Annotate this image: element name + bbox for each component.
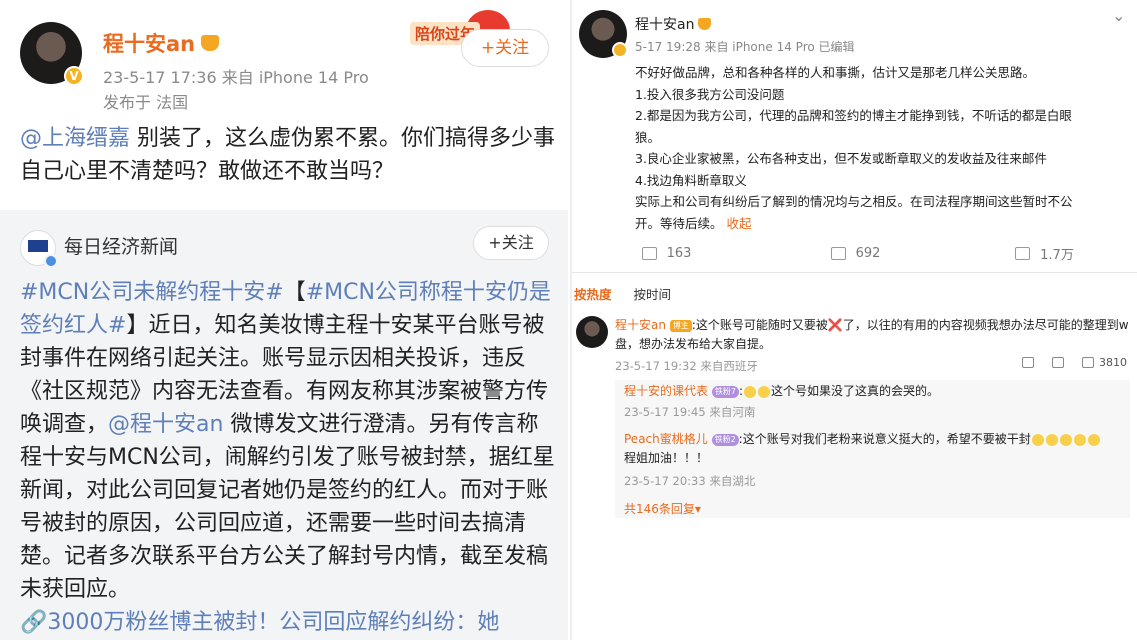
crying-emoji-icon — [1073, 433, 1086, 446]
left-weibo-post: V 程十安an 23-5-17 17:36 来自 iPhone 14 Pro 发… — [0, 0, 568, 640]
thumbs-up-icon — [1015, 246, 1031, 260]
crying-emoji-icon — [1031, 433, 1044, 446]
body-line-text: 实际上和公司有纠纷后了解到的情况均与之相反。在司法程序期间这些暂时不公开。等待后… — [635, 194, 1073, 231]
crown-icon — [698, 18, 712, 30]
fan-badge: 铁粉7 — [711, 385, 739, 398]
reply-text: 这个号如果没了这真的会哭的。 — [770, 384, 939, 398]
comment-like-count: 3810 — [1099, 356, 1127, 369]
post-content: @上海缙嘉 别装了，这么虚伪累不累。你们搞得多少事自己心里不清楚吗？敢做还不敢当… — [20, 122, 555, 188]
body-line: 实际上和公司有纠纷后了解到的情况均与之相反。在司法程序期间这些暂时不公开。等待后… — [635, 191, 1095, 234]
body-line: 3.良心企业家被黑，公布各种支出，但不发或断章取义的发收益及往来邮件 — [635, 151, 1047, 166]
blue-verified-icon — [44, 254, 58, 268]
crying-emoji-icon — [743, 385, 756, 398]
post-time-source: 23-5-17 17:36 来自 iPhone 14 Pro — [103, 68, 369, 87]
thumbs-up-icon — [1082, 357, 1094, 368]
repost-source-name[interactable]: 每日经济新闻 — [64, 232, 178, 259]
crying-emoji-icon — [1087, 433, 1100, 446]
news-logo-icon[interactable] — [20, 230, 58, 268]
comment-actions: 3810 — [1022, 356, 1127, 369]
author-name-text[interactable]: 程十安an — [103, 28, 195, 58]
verified-badge-icon — [612, 42, 628, 58]
reply-text: : — [738, 384, 743, 398]
post-header: V 程十安an 23-5-17 17:36 来自 iPhone 14 Pro 发… — [0, 0, 568, 118]
repost-bracket: 【 — [283, 280, 306, 305]
comment-sort-tabs: 按热度 按时间 — [574, 284, 671, 303]
author-name[interactable]: 程十安an — [635, 14, 712, 34]
reply-item: Peach蜜桃格儿 铁粉2:这个账号对我们老粉来说意义挺大的，希望不要被干封程姐… — [624, 430, 1124, 468]
comment-meta: 23-5-17 19:32 来自西班牙 — [615, 359, 758, 373]
comment-icon — [830, 246, 846, 260]
hashtag-link[interactable]: #MCN公司未解约程十安# — [20, 280, 284, 305]
follow-button[interactable]: +关注 — [461, 29, 549, 67]
repost-follow-button[interactable]: +关注 — [473, 226, 549, 260]
chevron-down-icon[interactable]: ⌄ — [1112, 6, 1125, 25]
share-icon[interactable] — [1022, 357, 1034, 368]
commenter-name[interactable]: 程十安an — [615, 318, 666, 332]
body-line: 不好好做品牌，总和各种各样的人和事撕，估计又是那老几样公关思路。 — [635, 65, 1036, 80]
reply-author[interactable]: 程十安的课代表 — [624, 384, 708, 398]
reply-text: 程姐加油！！！ — [624, 451, 709, 465]
like-button[interactable]: 3810 — [1082, 356, 1127, 369]
reply-meta: 23-5-17 20:33 来自湖北 — [624, 474, 756, 488]
repost-button[interactable]: 163 — [572, 240, 761, 266]
comment-text-a: :这个账号可能随时又要被 — [691, 318, 828, 332]
tab-time[interactable]: 按时间 — [634, 284, 672, 303]
author-name[interactable]: 程十安an — [103, 28, 220, 58]
mention-link[interactable]: @上海缙嘉 — [20, 126, 130, 151]
reply-icon[interactable] — [1052, 357, 1064, 368]
mention-link[interactable]: @程十安an — [108, 412, 223, 437]
repost-text: 微博发文进行澄清。另有传言称程十安与MCN公司，闹解约引发了账号被封禁，据红星新… — [20, 412, 555, 602]
tab-hot[interactable]: 按热度 — [574, 284, 612, 303]
author-name-text[interactable]: 程十安an — [635, 14, 694, 34]
crying-emoji-icon — [757, 385, 770, 398]
cross-mark-icon: ❌ — [827, 318, 843, 332]
reply-thread: 程十安的课代表 铁粉7: 这个号如果没了这真的会哭的。 23-5-17 19:45… — [615, 380, 1130, 518]
author-tag-badge: 博主 — [669, 319, 692, 332]
comment-text: 程十安an 博主:这个账号可能随时又要被❌了，以往的有用的内容视频我想办法尽可能… — [615, 316, 1130, 354]
share-icon — [641, 246, 657, 260]
post-meta: 5-17 19:28 来自 iPhone 14 Pro 已编辑 — [635, 40, 855, 54]
like-button[interactable]: 1.7万 — [950, 240, 1137, 266]
divider — [572, 272, 1137, 273]
fan-badge: 铁粉2 — [711, 433, 739, 446]
right-weibo-post: 程十安an 5-17 19:28 来自 iPhone 14 Pro 已编辑 ⌄ … — [570, 0, 1137, 640]
body-line: 2.都是因为我方公司，代理的品牌和签约的博主才能挣到钱，不听话的都是白眼狼。 — [635, 108, 1072, 145]
post-location: 发布于 法国 — [103, 93, 189, 112]
collapse-link[interactable]: 收起 — [727, 216, 752, 231]
commenter-avatar[interactable] — [576, 316, 608, 348]
repost-count: 163 — [666, 245, 692, 261]
article-link[interactable]: 🔗3000万粉丝博主被封！公司回应解约纠纷：她 — [20, 610, 499, 635]
verified-badge-icon: V — [64, 66, 84, 86]
reposted-card[interactable]: 每日经济新闻 +关注 #MCN公司未解约程十安#【#MCN公司称程十安仍是签约红… — [0, 210, 568, 640]
reply-meta: 23-5-17 19:45 来自河南 — [624, 405, 756, 419]
like-count: 1.7万 — [1040, 247, 1074, 263]
reply-author[interactable]: Peach蜜桃格儿 — [624, 432, 708, 446]
crying-emoji-icon — [1059, 433, 1072, 446]
repost-content: #MCN公司未解约程十安#【#MCN公司称程十安仍是签约红人#】近日，知名美妆博… — [20, 276, 555, 639]
post-actions: 163 692 1.7万 — [572, 240, 1137, 266]
comment-count: 692 — [855, 245, 881, 261]
body-line: 1.投入很多我方公司没问题 — [635, 86, 785, 102]
reply-text: :这个账号对我们老粉来说意义挺大的，希望不要被干封 — [738, 432, 1031, 446]
reply-item: 程十安的课代表 铁粉7: 这个号如果没了这真的会哭的。 — [624, 382, 1124, 401]
post-body: 不好好做品牌，总和各种各样的人和事撕，估计又是那老几样公关思路。 1.投入很多我… — [635, 62, 1095, 234]
crying-emoji-icon — [1045, 433, 1058, 446]
more-replies-link[interactable]: 共146条回复▾ — [624, 500, 701, 517]
crown-icon — [201, 35, 220, 51]
comment-button[interactable]: 692 — [761, 240, 950, 266]
body-line: 4.找边角料断章取义 — [635, 172, 747, 188]
